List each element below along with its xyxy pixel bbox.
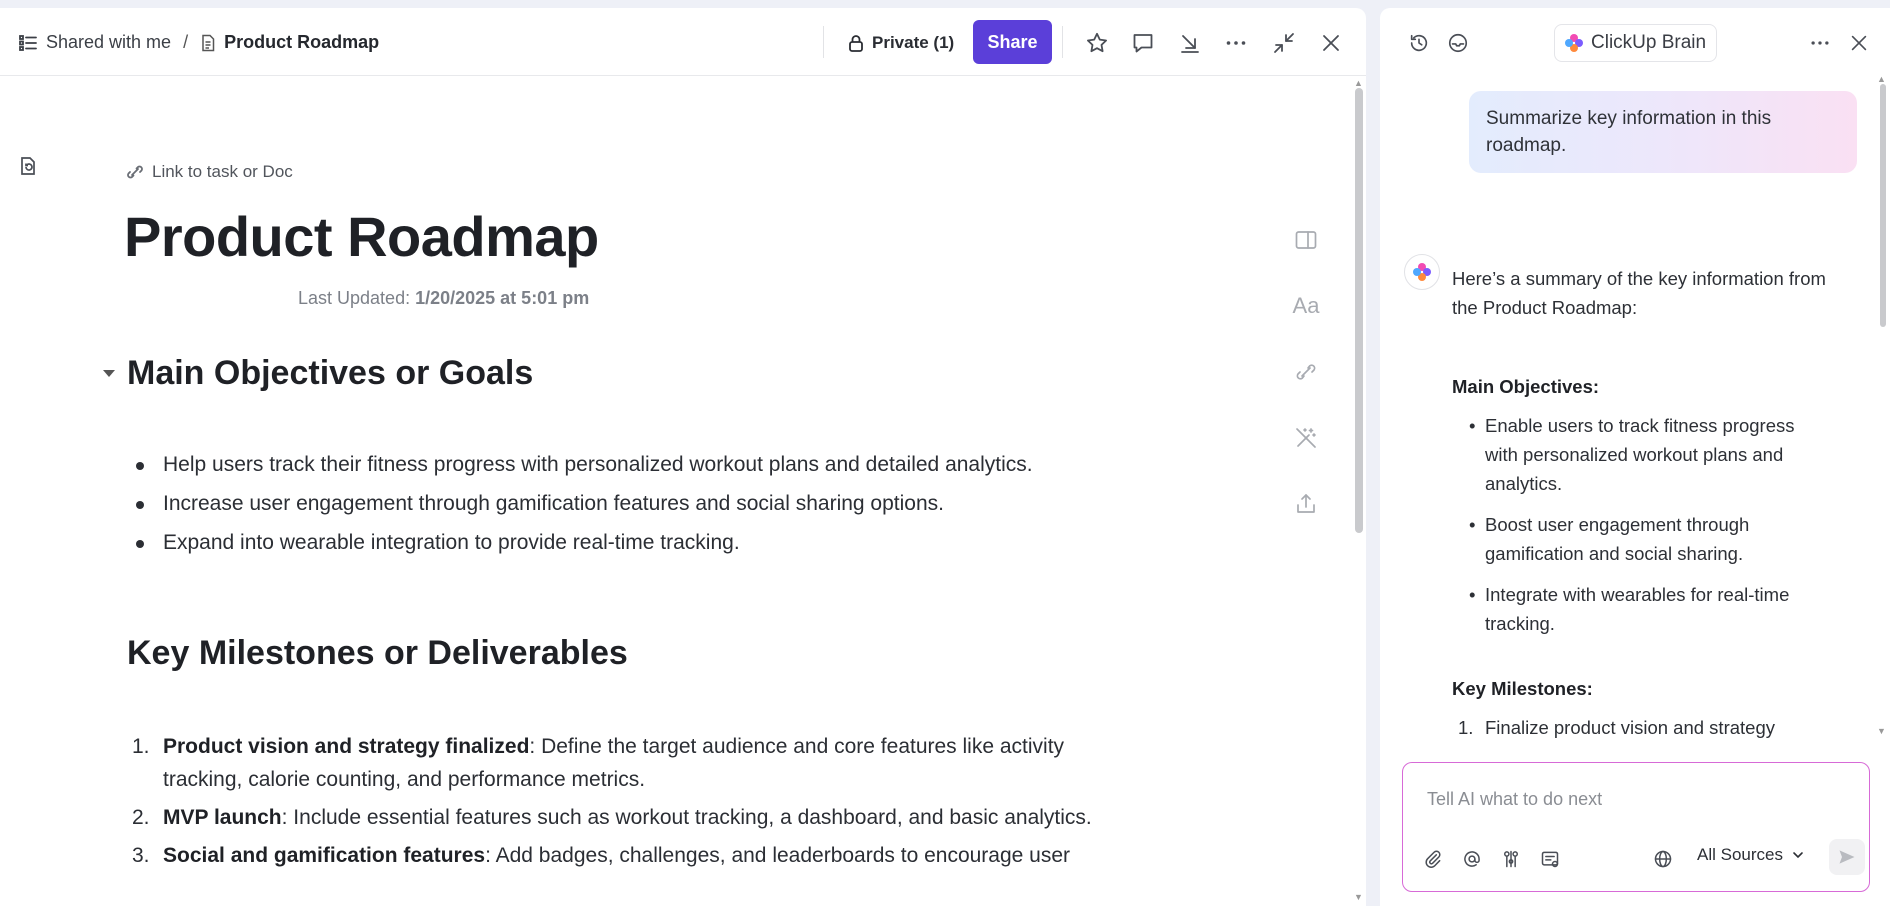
scroll-up-arrow[interactable]: ▲ xyxy=(1354,78,1363,88)
tools-icon[interactable] xyxy=(1499,847,1523,871)
last-updated-value: 1/20/2025 at 5:01 pm xyxy=(415,288,590,308)
list-item[interactable]: Help users track their fitness progress … xyxy=(132,450,1033,489)
comment-icon[interactable] xyxy=(1130,30,1156,56)
sources-dropdown[interactable]: All Sources xyxy=(1697,845,1805,865)
font-style-glyph: Aa xyxy=(1292,293,1320,318)
milestone-description: : Include essential features such as wor… xyxy=(281,806,1092,829)
font-style-icon[interactable]: Aa xyxy=(1292,292,1320,320)
response-objectives-list: Enable users to track fitness progress w… xyxy=(1452,411,1832,638)
list-item: Enable users to track fitness progress w… xyxy=(1452,411,1832,498)
response-heading-milestones: Key Milestones: xyxy=(1452,678,1593,699)
list-item[interactable]: 1. Product vision and strategy finalized:… xyxy=(124,730,1124,796)
lock-icon xyxy=(849,35,863,52)
response-heading-objectives: Main Objectives: xyxy=(1452,376,1600,397)
privacy-button[interactable]: Private (1) xyxy=(840,26,962,60)
document-panel: Shared with me / Product Roadmap Private… xyxy=(0,8,1366,906)
link-to-task-label: Link to task or Doc xyxy=(152,162,293,181)
export-icon[interactable] xyxy=(1292,490,1320,518)
objectives-list: Help users track their fitness progress … xyxy=(132,450,1033,567)
document-scrollbar[interactable] xyxy=(1355,88,1363,533)
user-message: Summarize key information in this roadma… xyxy=(1469,91,1857,173)
list-item[interactable]: 3. Social and gamification features: Add … xyxy=(124,839,1124,872)
ai-avatar xyxy=(1404,254,1440,290)
response-intro: Here’s a summary of the key information … xyxy=(1452,268,1826,318)
star-icon[interactable] xyxy=(1084,30,1110,56)
template-icon[interactable] xyxy=(1538,847,1562,871)
milestone-text: Finalize product vision and strategy xyxy=(1485,717,1775,738)
ai-panel: ClickUp Brain ▲ ▼ Summarize key informat… xyxy=(1380,8,1890,906)
clickup-brain-logo xyxy=(1565,34,1583,52)
page-title[interactable]: Product Roadmap xyxy=(124,204,599,269)
list-item: Integrate with wearables for real-time t… xyxy=(1452,580,1832,638)
inbox-icon[interactable] xyxy=(1445,30,1471,56)
milestone-title: MVP launch xyxy=(163,806,282,829)
magic-wand-icon[interactable] xyxy=(1292,424,1320,452)
milestone-title: Product vision and strategy finalized xyxy=(163,735,530,758)
milestone-description: : Add badges, challenges, and leaderboar… xyxy=(485,844,1071,867)
response-milestones-list: 1. Finalize product vision and strategy xyxy=(1452,713,1832,742)
list-item: 1. Finalize product vision and strategy xyxy=(1452,713,1832,742)
list-item[interactable]: Expand into wearable integration to prov… xyxy=(132,528,1033,567)
ai-panel-scrollbar[interactable] xyxy=(1880,84,1886,327)
ai-panel-title: ClickUp Brain xyxy=(1591,32,1707,53)
list-item[interactable]: 2. MVP launch: Include essential features… xyxy=(124,801,1124,834)
collapse-caret-icon[interactable] xyxy=(103,370,115,377)
section-heading-milestones[interactable]: Key Milestones or Deliverables xyxy=(127,634,628,673)
close-icon[interactable] xyxy=(1318,30,1344,56)
share-button[interactable]: Share xyxy=(973,20,1052,64)
item-number: 1. xyxy=(132,735,150,758)
clickup-brain-title[interactable]: ClickUp Brain xyxy=(1554,24,1718,62)
history-icon[interactable] xyxy=(1406,30,1432,56)
last-updated: Last Updated: 1/20/2025 at 5:01 pm xyxy=(298,288,589,309)
breadcrumb-current[interactable]: Product Roadmap xyxy=(224,32,379,53)
divider xyxy=(823,26,824,58)
scroll-down-arrow[interactable]: ▼ xyxy=(1877,726,1886,736)
page-history-icon[interactable] xyxy=(18,156,40,178)
send-button[interactable] xyxy=(1829,839,1865,875)
milestone-title: Social and gamification features xyxy=(163,844,486,867)
collapse-icon[interactable] xyxy=(1271,30,1297,56)
scroll-up-arrow[interactable]: ▲ xyxy=(1877,74,1886,84)
scroll-down-arrow[interactable]: ▼ xyxy=(1354,892,1363,902)
ai-prompt-input[interactable] xyxy=(1427,789,1847,810)
sources-label: All Sources xyxy=(1697,845,1783,864)
globe-icon[interactable] xyxy=(1651,847,1675,871)
milestones-list: 1. Product vision and strategy finalized:… xyxy=(124,730,1124,877)
clickup-brain-logo xyxy=(1413,263,1431,281)
item-number: 1. xyxy=(1458,717,1474,738)
item-number: 2. xyxy=(132,806,150,829)
document-header: Shared with me / Product Roadmap Private… xyxy=(0,8,1366,76)
list-item[interactable]: Increase user engagement through gamific… xyxy=(132,489,1033,528)
sidebar-toggle-icon[interactable] xyxy=(1292,226,1320,254)
link-to-task-button[interactable]: Link to task or Doc xyxy=(126,162,293,182)
more-icon[interactable] xyxy=(1223,30,1249,56)
attach-icon[interactable] xyxy=(1421,847,1445,871)
privacy-label: Private (1) xyxy=(872,33,955,52)
mention-icon[interactable] xyxy=(1460,847,1484,871)
list-item: Boost user engagement through gamificati… xyxy=(1452,510,1832,568)
list-icon xyxy=(19,34,37,51)
breadcrumb: Shared with me / Product Roadmap xyxy=(18,32,379,53)
ai-input-box: All Sources xyxy=(1402,762,1870,892)
link-icon xyxy=(127,165,143,179)
close-icon[interactable] xyxy=(1846,30,1872,56)
doc-icon xyxy=(202,34,215,51)
item-number: 3. xyxy=(132,844,150,867)
more-icon[interactable] xyxy=(1807,30,1833,56)
download-icon[interactable] xyxy=(1177,30,1203,56)
chevron-down-icon xyxy=(1793,852,1803,859)
ai-response: Here’s a summary of the key information … xyxy=(1452,264,1832,742)
breadcrumb-shared-link[interactable]: Shared with me xyxy=(46,32,171,53)
divider xyxy=(1062,26,1063,58)
last-updated-label: Last Updated: xyxy=(298,288,411,308)
section-heading-objectives[interactable]: Main Objectives or Goals xyxy=(127,354,533,393)
send-icon xyxy=(1839,850,1855,864)
link-icon[interactable] xyxy=(1292,358,1320,386)
breadcrumb-separator: / xyxy=(183,32,189,52)
